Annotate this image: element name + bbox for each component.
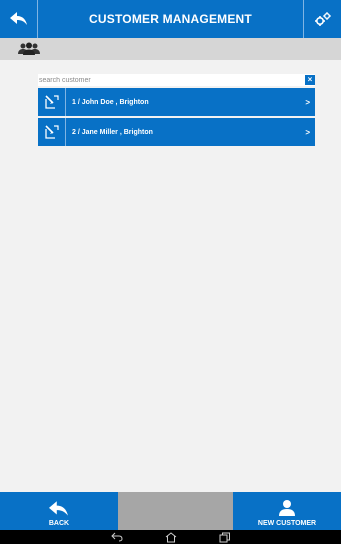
chevron-right-icon: > <box>305 97 310 107</box>
new-customer-label: NEW CUSTOMER <box>257 520 317 527</box>
back-arrow-icon <box>9 12 27 25</box>
add-person-icon <box>279 500 295 516</box>
search-input[interactable] <box>38 74 303 86</box>
list-item[interactable]: 1 / John Doe , Brighton > <box>38 88 315 116</box>
gears-icon <box>314 12 331 26</box>
customer-label: 2 / Jane Miller , Brighton <box>72 128 153 136</box>
bottom-toolbar: BACK NEW CUSTOMER <box>0 492 341 530</box>
nav-back-icon[interactable] <box>110 531 124 543</box>
back-button[interactable]: BACK <box>0 492 118 530</box>
top-header: CUSTOMER MANAGEMENT <box>0 0 341 38</box>
search-bar: × <box>38 74 315 86</box>
chevron-right-icon: > <box>305 127 310 137</box>
edit-icon[interactable] <box>38 88 66 116</box>
nav-recents-icon[interactable] <box>218 531 232 543</box>
back-label: BACK <box>48 520 70 527</box>
header-back-button[interactable] <box>0 0 38 38</box>
page-title: CUSTOMER MANAGEMENT <box>89 12 252 26</box>
customer-label: 1 / John Doe , Brighton <box>72 98 149 106</box>
edit-icon[interactable] <box>38 118 66 146</box>
list-item[interactable]: 2 / Jane Miller , Brighton > <box>38 118 315 146</box>
people-group-icon[interactable] <box>18 42 40 56</box>
disabled-button <box>118 492 233 530</box>
settings-button[interactable] <box>303 0 341 38</box>
new-customer-button[interactable]: NEW CUSTOMER <box>233 492 341 530</box>
app-window: CUSTOMER MANAGEMENT search customer × 1 … <box>0 0 341 544</box>
toolbar-strip <box>0 38 341 60</box>
customer-list: 1 / John Doe , Brighton > 2 / Jane Mille… <box>38 88 315 148</box>
nav-home-icon[interactable] <box>164 531 178 543</box>
system-nav-bar <box>0 530 341 544</box>
back-arrow-icon <box>49 501 68 516</box>
clear-search-button[interactable]: × <box>305 75 315 85</box>
